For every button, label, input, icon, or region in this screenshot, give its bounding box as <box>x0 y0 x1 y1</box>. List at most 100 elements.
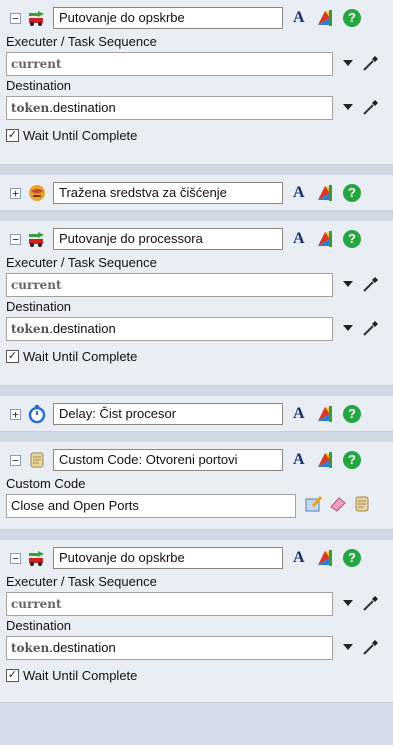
dropdown-arrow-icon[interactable] <box>343 281 353 287</box>
edit-code-icon[interactable] <box>304 494 324 517</box>
wait-until-complete-checkbox[interactable]: ✓ Wait Until Complete <box>6 347 389 365</box>
script-scroll-icon[interactable] <box>352 494 372 517</box>
custom-code-field[interactable]: Close and Open Ports <box>6 494 296 518</box>
collapse-toggle[interactable]: − <box>10 454 21 466</box>
task-name-field[interactable]: Putovanje do opskrbe <box>53 7 283 29</box>
paint-icon[interactable] <box>315 229 335 249</box>
eyedropper-icon[interactable] <box>361 593 381 613</box>
task-panel-request-resources: + Tražena sredstva za čišćenje A ? <box>0 175 393 211</box>
paint-icon[interactable] <box>315 8 335 28</box>
destination-rest: .destination <box>49 321 116 336</box>
paint-icon[interactable] <box>315 450 335 470</box>
separator <box>0 530 393 540</box>
eyedropper-icon[interactable] <box>361 53 381 73</box>
paint-icon[interactable] <box>315 548 335 568</box>
destination-field[interactable]: token.destination <box>6 636 333 660</box>
font-button[interactable]: A <box>293 405 307 423</box>
eyedropper-icon[interactable] <box>361 97 381 117</box>
task-panel-custom-code: − Custom Code: Otvoreni portovi A ? Cust… <box>0 442 393 530</box>
font-button[interactable]: A <box>293 549 307 567</box>
expand-toggle[interactable]: + <box>10 408 21 420</box>
help-button[interactable]: ? <box>343 451 361 469</box>
destination-field[interactable]: token.destination <box>6 317 333 341</box>
task-panel-delay: + Delay: Čist procesor A ? <box>0 396 393 432</box>
destination-label: Destination <box>6 618 72 633</box>
destination-keyword: token <box>11 101 50 115</box>
wait-label: Wait Until Complete <box>23 348 138 364</box>
eyedropper-icon[interactable] <box>361 637 381 657</box>
task-panel-travel-3: − Putovanje do opskrbe A ? Executer / Ta… <box>0 540 393 703</box>
eraser-icon[interactable] <box>328 494 348 517</box>
wait-label: Wait Until Complete <box>23 667 138 683</box>
dropdown-arrow-icon[interactable] <box>343 644 353 650</box>
task-header: − Custom Code: Otvoreni portovi A ? <box>6 446 389 474</box>
separator <box>0 386 393 396</box>
custom-code-label: Custom Code <box>6 476 86 491</box>
help-button[interactable]: ? <box>343 184 361 202</box>
collapse-toggle[interactable]: − <box>10 552 21 564</box>
travel-icon <box>27 548 47 568</box>
task-header: − Putovanje do opskrbe A ? <box>6 544 389 572</box>
task-name-field[interactable]: Putovanje do opskrbe <box>53 547 283 569</box>
help-button[interactable]: ? <box>343 9 361 27</box>
script-scroll-icon <box>27 450 47 470</box>
checkbox-check-icon[interactable]: ✓ <box>6 668 19 682</box>
travel-icon <box>27 8 47 28</box>
collapse-toggle[interactable]: − <box>10 12 21 24</box>
font-button[interactable]: A <box>293 9 307 27</box>
collapse-toggle[interactable]: − <box>10 233 21 245</box>
dropdown-arrow-icon[interactable] <box>343 600 353 606</box>
executer-label: Executer / Task Sequence <box>6 255 157 270</box>
expand-toggle[interactable]: + <box>10 187 21 199</box>
task-header: + Tražena sredstva za čišćenje A ? <box>6 179 389 207</box>
help-button[interactable]: ? <box>343 230 361 248</box>
separator <box>0 432 393 442</box>
eyedropper-icon[interactable] <box>361 318 381 338</box>
destination-rest: .destination <box>49 640 116 655</box>
paint-icon[interactable] <box>315 183 335 203</box>
destination-field[interactable]: token.destination <box>6 96 333 120</box>
task-header: − Putovanje do processora A ? <box>6 225 389 253</box>
travel-icon <box>27 229 47 249</box>
task-panel-travel-1: − Putovanje do opskrbe A ? Executer / Ta… <box>0 0 393 165</box>
executer-value: current <box>11 278 62 292</box>
stopwatch-icon <box>27 404 47 424</box>
resource-globe-icon <box>27 183 47 203</box>
task-name-field[interactable]: Tražena sredstva za čišćenje <box>53 182 283 204</box>
executer-field[interactable]: current <box>6 592 333 616</box>
custom-code-value: Close and Open Ports <box>11 498 139 513</box>
destination-keyword: token <box>11 322 50 336</box>
wait-label: Wait Until Complete <box>23 127 138 143</box>
wait-until-complete-checkbox[interactable]: ✓ Wait Until Complete <box>6 126 389 144</box>
executer-field[interactable]: current <box>6 52 333 76</box>
wait-until-complete-checkbox[interactable]: ✓ Wait Until Complete <box>6 666 389 684</box>
task-name-field[interactable]: Delay: Čist procesor <box>53 403 283 425</box>
font-button[interactable]: A <box>293 230 307 248</box>
destination-label: Destination <box>6 299 72 314</box>
task-header: − Putovanje do opskrbe A ? <box>6 4 389 32</box>
executer-label: Executer / Task Sequence <box>6 34 157 49</box>
paint-icon[interactable] <box>315 404 335 424</box>
task-name-field[interactable]: Custom Code: Otvoreni portovi <box>53 449 283 471</box>
dropdown-arrow-icon[interactable] <box>343 325 353 331</box>
task-header: + Delay: Čist procesor A ? <box>6 400 389 428</box>
executer-label: Executer / Task Sequence <box>6 574 157 589</box>
checkbox-check-icon[interactable]: ✓ <box>6 349 19 363</box>
executer-value: current <box>11 597 62 611</box>
task-panel-travel-2: − Putovanje do processora A ? Executer /… <box>0 221 393 386</box>
task-name-field[interactable]: Putovanje do processora <box>53 228 283 250</box>
help-button[interactable]: ? <box>343 549 361 567</box>
separator <box>0 211 393 221</box>
dropdown-arrow-icon[interactable] <box>343 104 353 110</box>
destination-keyword: token <box>11 641 50 655</box>
executer-field[interactable]: current <box>6 273 333 297</box>
font-button[interactable]: A <box>293 184 307 202</box>
eyedropper-icon[interactable] <box>361 274 381 294</box>
destination-rest: .destination <box>49 100 116 115</box>
destination-label: Destination <box>6 78 72 93</box>
font-button[interactable]: A <box>293 451 307 469</box>
help-button[interactable]: ? <box>343 405 361 423</box>
dropdown-arrow-icon[interactable] <box>343 60 353 66</box>
separator <box>0 165 393 175</box>
checkbox-check-icon[interactable]: ✓ <box>6 128 19 142</box>
